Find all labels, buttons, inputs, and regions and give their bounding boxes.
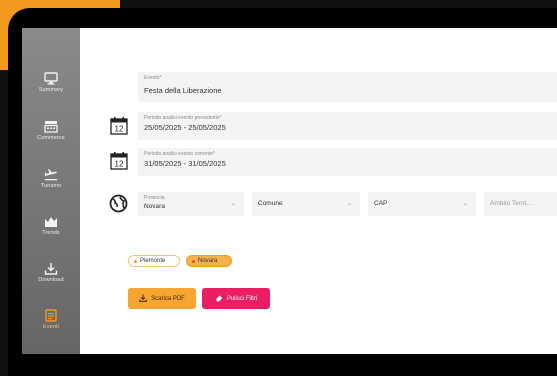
bar-chart-icon	[44, 215, 58, 228]
download-icon	[44, 262, 58, 275]
chip-label: Novara	[198, 258, 218, 264]
ambito-select-placeholder: Ambito Territ...	[490, 200, 532, 207]
clear-filters-label: Pulisci Filtri	[226, 295, 258, 302]
chip-dot-icon	[134, 259, 137, 263]
calendar-icon	[44, 309, 58, 322]
sidebar-item-label: Turismo	[40, 183, 62, 189]
current-period-label: Periodo analisi evento corrente*	[144, 151, 215, 157]
comune-select-placeholder: Comune	[258, 200, 283, 207]
download-pdf-label: Scarica PDF	[151, 295, 185, 302]
calendar-day-number: 12	[115, 125, 124, 134]
sidebar-item-summary[interactable]: Summary	[22, 72, 80, 112]
chevron-down-icon: ⌄	[462, 201, 468, 207]
sidebar-item-trends[interactable]: Trends	[22, 215, 80, 255]
sidebar-item-download[interactable]: Download	[22, 262, 80, 302]
comune-select[interactable]: Comune ⌄	[252, 192, 360, 216]
chevron-down-icon: ⌄	[230, 201, 236, 207]
event-select-value: Festa della Liberazione	[144, 86, 222, 95]
cap-select-placeholder: CAP	[374, 200, 388, 207]
sidebar-item-label: Commerce	[37, 135, 65, 141]
event-select-label: Evento*	[144, 75, 162, 81]
chip-label: Piemonte	[140, 258, 166, 264]
main-content: Evento* Festa della Liberazione 12 Perio…	[80, 28, 557, 354]
chip-piemonte[interactable]: Piemonte	[128, 255, 180, 267]
previous-period-label: Periodo analisi evento precedente*	[144, 115, 222, 121]
cap-select[interactable]: CAP ⌄	[368, 192, 476, 216]
cash-register-icon	[44, 120, 58, 133]
globe-icon	[109, 194, 128, 218]
sidebar-item-label: Summary	[38, 87, 64, 93]
current-period-value: 31/05/2025 - 31/05/2025	[144, 159, 226, 168]
download-pdf-button[interactable]: Scarica PDF	[128, 288, 196, 309]
ambito-select[interactable]: Ambito Territ...	[484, 192, 557, 216]
sidebar-item-eventi[interactable]: Eventi	[22, 309, 80, 349]
previous-period-value: 25/05/2025 - 25/05/2025	[144, 123, 226, 132]
download-icon	[139, 294, 147, 304]
province-select-label: Provincia	[144, 195, 165, 201]
previous-period-field[interactable]: Periodo analisi evento precedente* 25/05…	[138, 112, 557, 140]
sidebar-item-label: Eventi	[43, 324, 59, 330]
event-select[interactable]: Evento* Festa della Liberazione	[138, 72, 557, 102]
app-screen: Summary Commerce Turismo Trends Download…	[22, 28, 557, 354]
sidebar-item-label: Trends	[42, 230, 60, 236]
sidebar-item-label: Download	[38, 277, 64, 283]
clear-filters-button[interactable]: Pulisci Filtri	[202, 288, 270, 309]
province-select-value: Novara	[144, 203, 165, 210]
sidebar: Summary Commerce Turismo Trends Download…	[22, 28, 80, 354]
sidebar-item-commerce[interactable]: Commerce	[22, 120, 80, 160]
plane-icon	[44, 168, 58, 181]
calendar-current-icon[interactable]: 12	[110, 151, 128, 175]
chip-novara[interactable]: Novara	[186, 255, 232, 267]
current-period-field[interactable]: Periodo analisi evento corrente* 31/05/2…	[138, 148, 557, 176]
eraser-icon	[215, 294, 223, 304]
chevron-down-icon: ⌄	[346, 201, 352, 207]
sidebar-item-turismo[interactable]: Turismo	[22, 168, 80, 208]
province-select[interactable]: Provincia Novara ⌄	[138, 192, 244, 216]
monitor-icon	[44, 72, 58, 85]
calendar-day-number: 12	[115, 160, 124, 169]
calendar-previous-icon[interactable]: 12	[110, 116, 128, 140]
chip-dot-icon	[192, 259, 195, 263]
